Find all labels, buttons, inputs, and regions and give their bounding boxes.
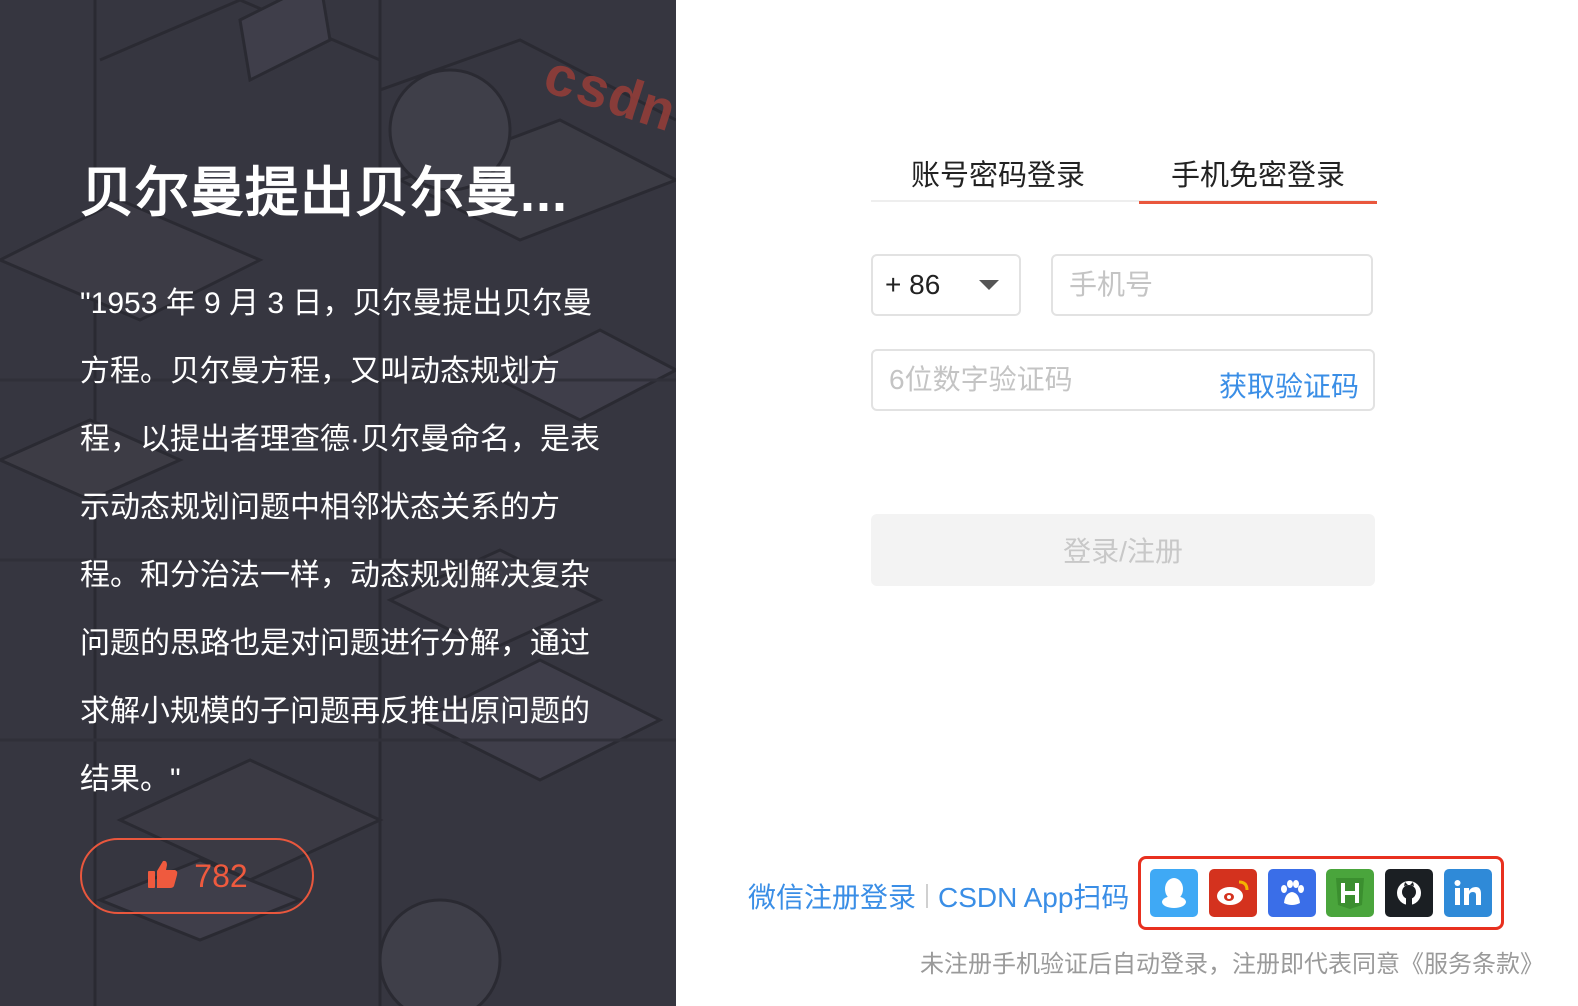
weibo-icon[interactable] <box>1208 869 1257 917</box>
country-code-value: + 86 <box>885 269 941 300</box>
login-tabs: 账号密码登录 手机免密登录 <box>871 140 1378 204</box>
qq-icon[interactable] <box>1150 869 1198 917</box>
login-panel: 账号密码登录 手机免密登录 + 86 获取验证码 登录/注册 微信注册登录 CS… <box>676 0 1578 1006</box>
github-icon[interactable] <box>1385 869 1434 917</box>
get-code-link[interactable]: 获取验证码 <box>1219 365 1359 405</box>
app-scan-link[interactable]: CSDN App扫码 <box>938 876 1129 916</box>
country-code-select[interactable]: + 86 <box>871 254 1021 316</box>
like-count: 782 <box>194 857 248 894</box>
quote-title: 贝尔曼提出贝尔曼... <box>80 163 569 223</box>
code-input[interactable] <box>873 351 1235 409</box>
alt-login-links: 微信注册登录 CSDN App扫码 <box>748 876 1129 916</box>
thumbs-up-icon <box>146 857 180 896</box>
tab-sms-login[interactable]: 手机免密登录 <box>1138 152 1378 204</box>
login-register-button[interactable]: 登录/注册 <box>871 514 1375 586</box>
social-login-group <box>1138 856 1504 930</box>
quote-panel: csdn 贝尔曼提出贝尔曼... "1953 年 9 月 3 日，贝尔曼提出贝尔… <box>0 0 676 1006</box>
chevron-down-icon <box>979 280 999 290</box>
divider <box>926 884 929 908</box>
tab-password-login[interactable]: 账号密码登录 <box>911 152 1085 198</box>
baidu-icon[interactable] <box>1267 869 1316 917</box>
code-field: 获取验证码 <box>871 349 1375 411</box>
quote-body: "1953 年 9 月 3 日，贝尔曼提出贝尔曼方程。贝尔曼方程，又叫动态规划方… <box>80 287 600 796</box>
huawei-cloud-icon[interactable] <box>1326 869 1375 917</box>
linkedin-icon[interactable] <box>1443 869 1492 917</box>
wechat-login-link[interactable]: 微信注册登录 <box>748 876 916 916</box>
phone-input[interactable] <box>1051 254 1373 316</box>
terms-text: 未注册手机验证后自动登录，注册即代表同意《服务条款》 <box>920 951 1544 978</box>
like-button[interactable]: 782 <box>80 838 314 914</box>
